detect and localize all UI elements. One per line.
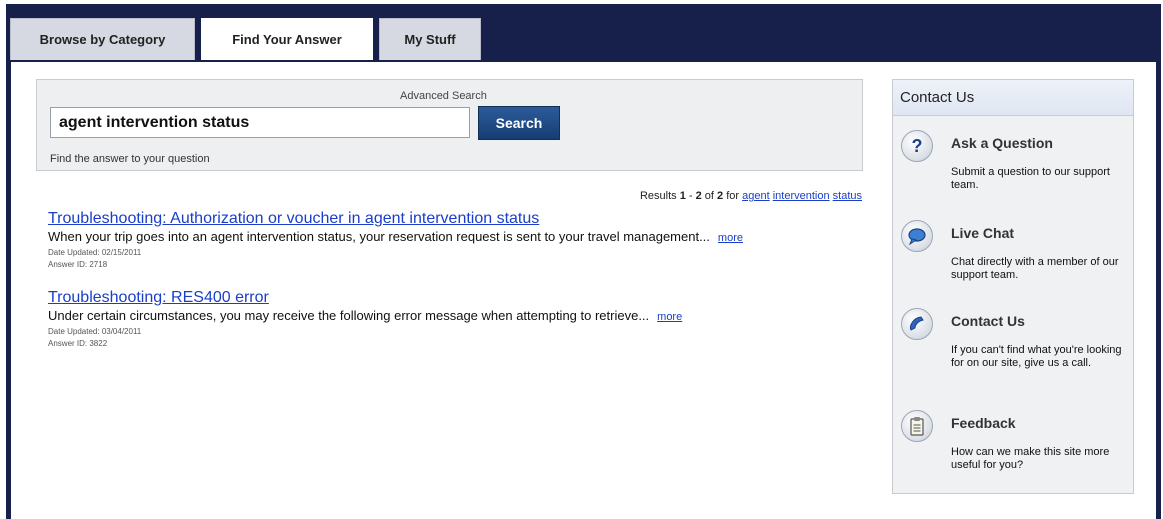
result-item: Troubleshooting: Authorization or vouche… <box>48 210 743 271</box>
results-for: for <box>723 190 743 202</box>
advanced-search-link[interactable]: Advanced Search <box>400 90 487 102</box>
tab-find-your-answer[interactable]: Find Your Answer <box>201 18 373 60</box>
contact-us-panel: Contact Us ? Ask a Question Submit a que… <box>892 79 1134 494</box>
contact-item-desc: Submit a question to our support team. <box>951 166 1110 191</box>
result-answer-id: Answer ID: 3822 <box>48 339 108 348</box>
contact-item-desc: If you can't find what you're looking fo… <box>951 344 1122 369</box>
result-answer-id: Answer ID: 2718 <box>48 260 108 269</box>
results-summary: Results 1 - 2 of 2 for agent interventio… <box>640 190 862 202</box>
result-title-link[interactable]: Troubleshooting: RES400 error <box>48 289 682 307</box>
contact-item-title[interactable]: Contact Us <box>951 313 1025 329</box>
result-title-link[interactable]: Troubleshooting: Authorization or vouche… <box>48 210 743 228</box>
contact-item-desc: Chat directly with a member of our suppo… <box>951 256 1119 281</box>
result-item: Troubleshooting: RES400 error Under cert… <box>48 289 682 350</box>
main-content: Advanced Search Search Find the answer t… <box>11 62 1156 519</box>
search-term-link[interactable]: intervention <box>773 190 830 202</box>
question-icon: ? <box>901 130 933 162</box>
contact-panel-heading: Contact Us <box>893 80 1133 116</box>
search-panel: Advanced Search Search Find the answer t… <box>36 79 863 171</box>
search-input[interactable] <box>50 107 470 138</box>
contact-item-desc: How can we make this site more useful fo… <box>951 446 1110 471</box>
clipboard-icon <box>901 410 933 442</box>
tab-my-stuff[interactable]: My Stuff <box>379 18 481 60</box>
results-prefix: Results <box>639 190 680 202</box>
contact-item-title[interactable]: Ask a Question <box>951 135 1053 151</box>
result-snippet-text: When your trip goes into an agent interv… <box>48 229 710 244</box>
search-term-link[interactable]: status <box>833 190 862 202</box>
result-date: Date Updated: 02/15/2011 <box>48 248 142 257</box>
results-dash: - <box>685 190 696 202</box>
result-snippet: When your trip goes into an agent interv… <box>48 229 743 244</box>
more-link[interactable]: more <box>718 232 743 244</box>
result-snippet: Under certain circumstances, you may rec… <box>48 308 682 323</box>
chat-bubble-icon <box>901 220 933 252</box>
result-snippet-text: Under certain circumstances, you may rec… <box>48 308 650 323</box>
results-of: of <box>701 190 718 202</box>
phone-icon <box>901 308 933 340</box>
search-help-text: Find the answer to your question <box>50 153 210 165</box>
more-link[interactable]: more <box>657 311 682 323</box>
result-date: Date Updated: 03/04/2011 <box>48 327 142 336</box>
tab-browse-by-category[interactable]: Browse by Category <box>10 18 195 60</box>
contact-item-title[interactable]: Feedback <box>951 415 1016 431</box>
search-button[interactable]: Search <box>478 106 560 140</box>
search-term-link[interactable]: agent <box>742 190 770 202</box>
app-frame: Browse by Category Find Your Answer My S… <box>6 4 1161 519</box>
contact-item-title[interactable]: Live Chat <box>951 225 1014 241</box>
